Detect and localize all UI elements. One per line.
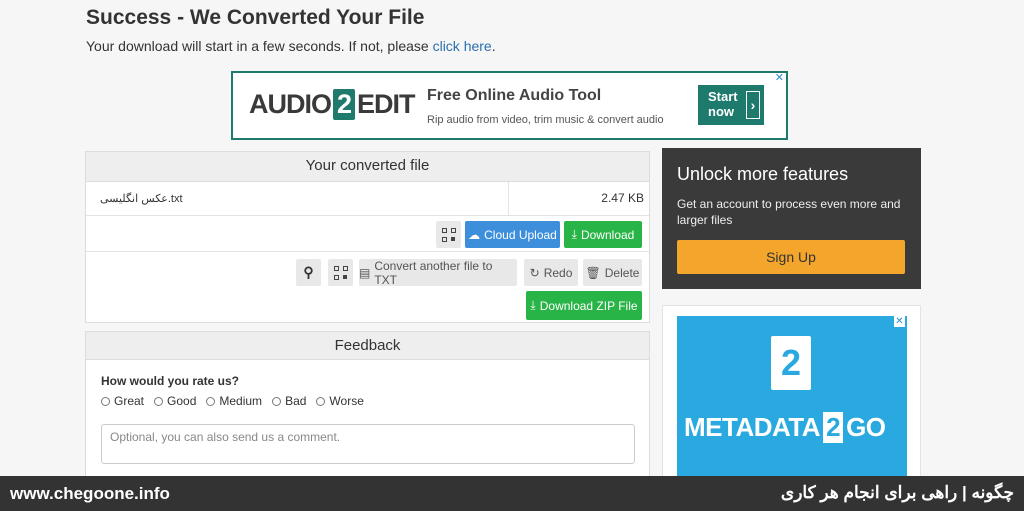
rating-option-medium[interactable]: Medium [206,394,262,408]
radio-icon[interactable] [272,396,282,406]
file-row: عکس انگلیسی.txt 2.47 KB [86,182,649,216]
logo-right: EDIT [357,89,416,119]
download-zip-label: Download ZIP File [539,298,638,313]
comment-textarea[interactable]: Optional, you can also send us a comment… [101,424,635,464]
feedback-panel: Feedback How would you rate us? Great Go… [85,331,650,481]
file-actions-row: ☁ Cloud Upload ⤓ Download [86,216,649,252]
metadata2go-ad-image[interactable]: ✕ 2 METADATA 2 GO [677,316,907,486]
sign-up-button[interactable]: Sign Up [677,240,905,274]
redo-button[interactable]: ↻ Redo [524,259,578,286]
download-icon: ⤓ [530,298,536,312]
rating-question: How would you rate us? [101,374,240,388]
watermark-url: www.chegoone.info [10,484,170,503]
convert-another-button[interactable]: ▤ Convert another file to TXT [359,258,517,287]
more-actions-row: ⚲ ▤ Convert another file to TXT ↻ Redo 🗑… [86,252,649,322]
audio2edit-logo: AUDIO 2 EDIT [249,89,416,120]
download-button[interactable]: ⤓ Download [564,221,642,248]
rating-option-good[interactable]: Good [154,394,196,408]
page-title: Success - We Converted Your File [86,6,425,29]
redo-label: Redo [543,265,573,280]
converted-file-panel: Your converted file عکس انگلیسی.txt 2.47… [85,151,650,323]
rating-options: Great Good Medium Bad Worse [101,394,364,408]
search-icon: ⚲ [303,264,314,280]
download-notice: Your download will start in a few second… [86,38,496,54]
brand-right: GO [846,412,886,442]
redo-icon: ↻ [529,265,540,280]
rating-label: Worse [329,394,364,408]
watermark-bar: www.chegoone.info چگونه | راهی برای انجا… [0,476,1024,511]
brand-left: METADATA [684,412,821,442]
file-name: عکس انگلیسی.txt [100,193,183,205]
cta-line2: now [708,104,734,119]
chevron-right-icon: › [746,91,760,119]
radio-icon[interactable] [316,396,326,406]
qr-code-button[interactable] [436,221,461,248]
click-here-link[interactable]: click here [433,38,492,54]
brand-num: 2 [823,412,844,443]
ad-headline: Free Online Audio Tool [427,87,602,104]
delete-label: Delete [604,265,640,280]
metadata2go-logo-mark: 2 [771,336,811,390]
download-label: Download [580,227,635,242]
rating-label: Medium [219,394,263,408]
download-icon: ⤓ [571,227,577,241]
convert-another-label: Convert another file to TXT [374,258,493,287]
qr-code-icon [333,265,348,280]
rating-option-great[interactable]: Great [101,394,144,408]
rating-option-bad[interactable]: Bad [272,394,306,408]
trash-icon: 🗑 [585,265,601,280]
radio-icon[interactable] [206,396,216,406]
converted-file-heading: Your converted file [86,152,649,182]
watermark-tagline: چگونه | راهی برای انجام هر کاری [780,483,1014,502]
unlock-text: Get an account to process even more and … [677,197,901,227]
preview-button[interactable]: ⚲ [296,259,321,286]
audio2edit-ad-banner[interactable]: ✕ AUDIO 2 EDIT Free Online Audio Tool Ri… [231,71,788,140]
unlock-features-box: Unlock more features Get an account to p… [662,148,921,289]
qr-code-icon [441,227,456,242]
file-icon: ▤ [359,265,371,280]
metadata2go-wordmark: METADATA 2 GO [684,412,886,443]
logo-num: 2 [333,89,356,120]
cloud-upload-label: Cloud Upload [484,227,557,242]
cta-line1: Start [708,89,738,105]
ad-close-icon[interactable]: ✕ [894,316,905,327]
rating-label: Good [167,394,197,408]
column-divider [508,182,509,216]
rating-option-worse[interactable]: Worse [316,394,364,408]
rating-label: Great [114,394,145,408]
metadata2go-ad[interactable]: ✕ 2 METADATA 2 GO [662,305,921,486]
ad-subtext: Rip audio from video, trim music & conve… [427,114,664,126]
rating-label: Bad [285,394,307,408]
unlock-title: Unlock more features [677,164,849,184]
cloud-upload-button[interactable]: ☁ Cloud Upload [465,221,560,248]
file-size: 2.47 KB [601,191,644,205]
radio-icon[interactable] [154,396,164,406]
cloud-upload-icon: ☁ [468,227,481,242]
feedback-heading: Feedback [86,332,649,360]
download-zip-button[interactable]: ⤓ Download ZIP File [526,291,642,320]
download-notice-text: Your download will start in a few second… [86,38,429,54]
ad-close-icon[interactable]: ✕ [775,71,784,84]
radio-icon[interactable] [101,396,110,406]
delete-button[interactable]: 🗑 Delete [583,259,642,286]
logo-left: AUDIO [249,89,332,119]
start-now-button[interactable]: Start now › [698,85,764,125]
qr-code-button-2[interactable] [328,259,353,286]
download-notice-end: . [491,38,496,54]
